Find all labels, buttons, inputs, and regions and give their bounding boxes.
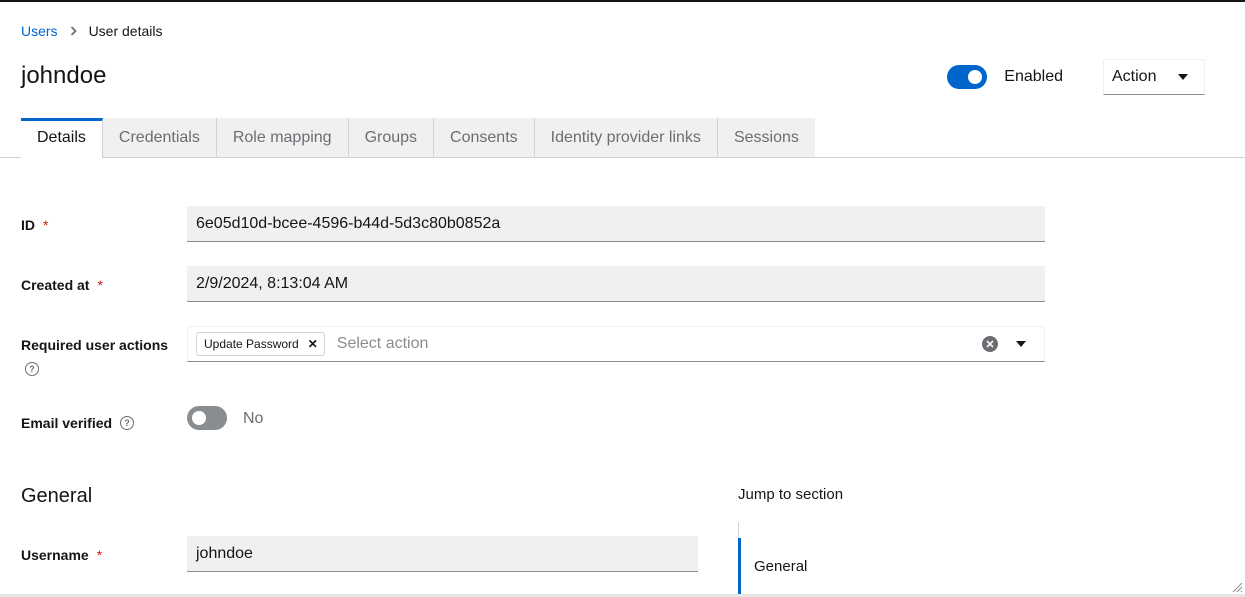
help-icon[interactable]: ? [120, 416, 135, 430]
select-toggle-button[interactable] [1016, 341, 1026, 347]
id-value: 6e05d10d-bcee-4596-b44d-5d3c80b0852a [196, 214, 501, 232]
chevron-right-icon [70, 26, 77, 36]
required-actions-select[interactable]: Update Password ✕ ✕ [187, 326, 1045, 362]
id-field[interactable]: 6e05d10d-bcee-4596-b44d-5d3c80b0852a [187, 206, 1045, 242]
email-verified-toggle[interactable] [187, 406, 227, 430]
created-at-value: 2/9/2024, 8:13:04 AM [196, 274, 349, 292]
breadcrumb: Users User details [21, 23, 162, 39]
required-actions-input[interactable] [336, 335, 982, 353]
username-field[interactable]: johndoe [187, 536, 698, 572]
created-at-label-text: Created at [21, 277, 90, 293]
action-label: Action [1112, 68, 1157, 85]
page-title: johndoe [21, 62, 107, 89]
id-label: ID * [21, 217, 48, 233]
created-at-label: Created at * [21, 277, 103, 293]
tab-details[interactable]: Details [21, 118, 103, 158]
resize-grip-icon[interactable] [1231, 581, 1243, 593]
breadcrumb-users-link[interactable]: Users [21, 23, 58, 39]
chip-label: Update Password [204, 337, 299, 351]
help-icon[interactable]: ? [25, 362, 39, 376]
header-controls: Enabled Action [947, 59, 1205, 95]
tab-bar: Details Credentials Role mapping Groups … [0, 118, 1245, 158]
jump-links-nav: General [738, 522, 1038, 594]
email-verified-label: Email verified ? [21, 415, 135, 431]
jump-to-section-title: Jump to section [738, 486, 844, 503]
email-verified-label-text: Email verified [21, 415, 113, 431]
tab-consents[interactable]: Consents [434, 118, 535, 157]
toggle-knob [192, 411, 206, 425]
clear-selection-icon[interactable]: ✕ [982, 336, 998, 352]
chip-remove-icon[interactable]: ✕ [308, 337, 318, 351]
action-dropdown-button[interactable]: Action [1103, 59, 1205, 95]
jump-link-general[interactable]: General [738, 538, 807, 594]
chip-update-password: Update Password ✕ [196, 332, 325, 356]
username-value: johndoe [196, 544, 253, 562]
enabled-toggle[interactable] [947, 65, 988, 89]
created-at-field[interactable]: 2/9/2024, 8:13:04 AM [187, 266, 1045, 302]
tab-sessions[interactable]: Sessions [717, 118, 815, 157]
top-border [0, 0, 1245, 2]
toggle-knob [968, 70, 983, 84]
required-asterisk: * [96, 547, 103, 563]
required-actions-label-text: Required user actions [21, 337, 169, 353]
required-asterisk: * [43, 217, 49, 233]
tab-credentials[interactable]: Credentials [102, 118, 217, 157]
username-label: Username * [21, 547, 102, 563]
general-section-title: General [21, 485, 93, 507]
username-label-text: Username [21, 547, 89, 563]
tab-groups[interactable]: Groups [348, 118, 435, 157]
id-label-text: ID [21, 217, 35, 233]
breadcrumb-current: User details [88, 23, 163, 39]
caret-down-icon [1178, 74, 1188, 80]
tab-identity-provider-links[interactable]: Identity provider links [534, 118, 718, 157]
required-asterisk: * [97, 277, 103, 293]
enabled-label: Enabled [1004, 68, 1063, 85]
email-verified-value: No [243, 410, 264, 427]
caret-down-icon [1016, 341, 1026, 347]
tab-role-mapping[interactable]: Role mapping [216, 118, 349, 157]
required-actions-label: Required user actions [21, 337, 168, 353]
